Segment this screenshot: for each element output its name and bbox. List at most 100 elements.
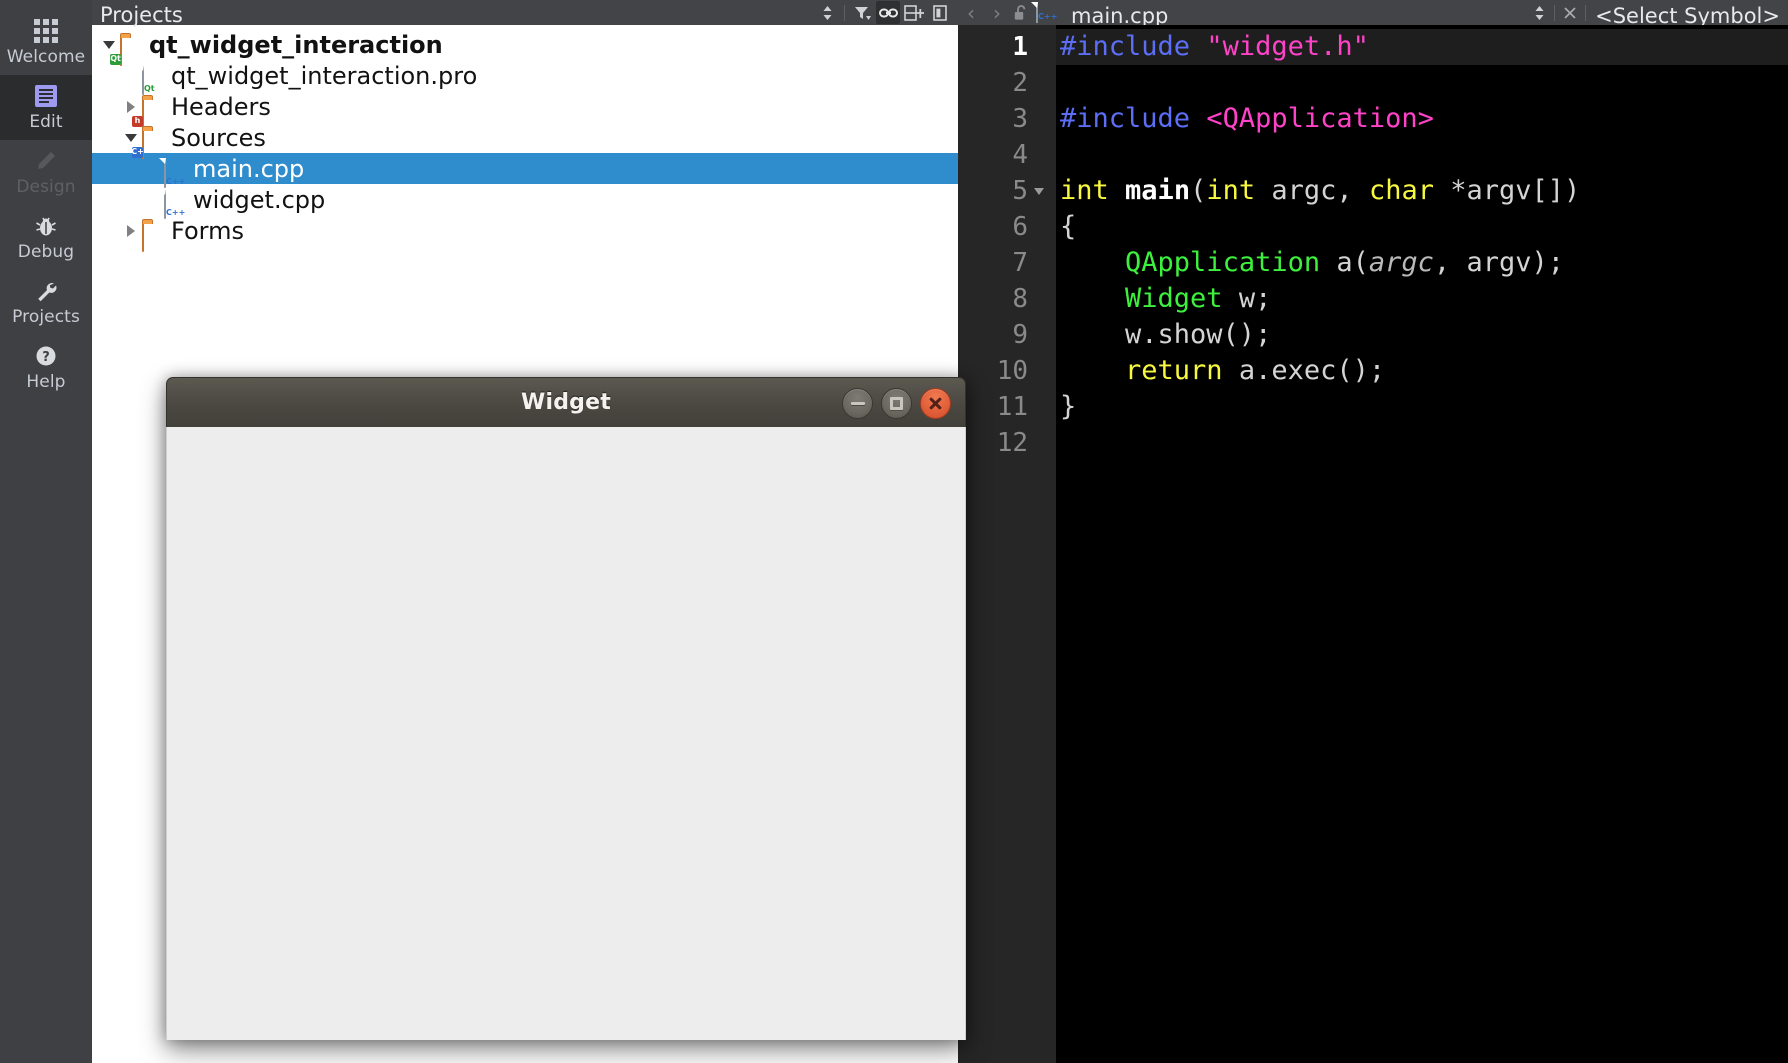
line-number-value: 5 bbox=[1012, 176, 1028, 206]
source-code[interactable]: #include "widget.h" #include <QApplicati… bbox=[1056, 25, 1788, 1063]
code-token: argc bbox=[1271, 175, 1337, 206]
widget-client-area[interactable] bbox=[166, 427, 966, 1040]
tree-item-forms[interactable]: Forms bbox=[92, 215, 958, 252]
code-token: , bbox=[1433, 247, 1467, 278]
tree-item-qt-widget-interaction[interactable]: Qt qt_widget_interaction bbox=[92, 29, 958, 66]
minimize-icon bbox=[850, 401, 865, 405]
toolbar-divider bbox=[844, 4, 845, 21]
code-line[interactable]: #include <QApplication> bbox=[1056, 101, 1788, 137]
tree-item-sources[interactable]: C+ Sources bbox=[92, 122, 958, 159]
maximize-button[interactable] bbox=[881, 387, 912, 419]
mode-item-debug[interactable]: Debug bbox=[0, 205, 92, 270]
code-line[interactable]: Widget w; bbox=[1056, 281, 1788, 317]
tree-item-qt-widget-interaction-pro[interactable]: Qt qt_widget_interaction.pro bbox=[92, 60, 958, 95]
code-line[interactable] bbox=[1056, 65, 1788, 101]
code-line[interactable]: int main(int argc, char *argv[]) bbox=[1056, 173, 1788, 209]
mode-item-label: Projects bbox=[12, 307, 80, 327]
code-token: QApplication bbox=[1125, 247, 1321, 278]
code-line[interactable] bbox=[1056, 137, 1788, 173]
header-divider bbox=[1554, 4, 1556, 21]
line-number-value: 4 bbox=[1012, 140, 1028, 170]
code-token: "widget.h" bbox=[1206, 31, 1369, 62]
split-add-icon[interactable] bbox=[902, 1, 926, 24]
folder-ui-icon bbox=[142, 220, 164, 252]
mode-item-label: Welcome bbox=[6, 47, 86, 67]
code-token: * bbox=[1433, 175, 1467, 206]
close-split-icon[interactable] bbox=[928, 1, 952, 24]
cpp-file-icon: C++ bbox=[1036, 1, 1058, 24]
symbol-selector[interactable]: <Select Symbol> bbox=[1595, 4, 1780, 28]
code-token: } bbox=[1060, 391, 1077, 422]
code-line[interactable]: { bbox=[1056, 209, 1788, 245]
code-token: <QApplication> bbox=[1206, 103, 1434, 134]
line-number: 2 bbox=[958, 65, 1056, 101]
code-line[interactable]: } bbox=[1056, 389, 1788, 425]
code-token: w.show(); bbox=[1060, 319, 1272, 350]
line-number: 12 bbox=[958, 425, 1056, 461]
code-token: ( bbox=[1190, 175, 1207, 206]
widget-window-title: Widget bbox=[521, 390, 611, 415]
file-qt-icon: Qt bbox=[142, 64, 164, 95]
mode-item-welcome[interactable]: Welcome bbox=[0, 10, 92, 75]
unlocked-icon[interactable] bbox=[1010, 0, 1032, 25]
running-widget-window: Widget bbox=[166, 377, 966, 1040]
mode-selector-sidebar: Welcome Edit Design Debug Projects ? Help bbox=[0, 0, 92, 1063]
code-token: int bbox=[1206, 175, 1256, 206]
code-line[interactable]: QApplication a(argc, argv); bbox=[1056, 245, 1788, 281]
code-token: argc bbox=[1368, 247, 1434, 278]
line-number-value: 9 bbox=[1012, 320, 1028, 350]
line-number: 10 bbox=[958, 353, 1056, 389]
widget-window-titlebar[interactable]: Widget bbox=[166, 377, 966, 427]
minimize-button[interactable] bbox=[842, 387, 873, 419]
line-number: 9 bbox=[958, 317, 1056, 353]
navigate-back-icon[interactable]: ‹ bbox=[958, 0, 984, 25]
code-line[interactable]: w.show(); bbox=[1056, 317, 1788, 353]
close-button[interactable] bbox=[920, 387, 951, 419]
tree-item-main-cpp[interactable]: C++ main.cpp bbox=[92, 153, 958, 188]
project-tree[interactable]: Qt qt_widget_interaction Qt qt_widget_inter… bbox=[92, 25, 958, 252]
code-token: a( bbox=[1320, 247, 1369, 278]
mode-item-design[interactable]: Design bbox=[0, 140, 92, 205]
file-cpp-icon: C++ bbox=[164, 188, 186, 219]
line-number: 1 bbox=[958, 29, 1056, 65]
grid-icon bbox=[33, 18, 59, 44]
tree-item-headers[interactable]: h Headers bbox=[92, 91, 958, 128]
sync-selection-icon[interactable] bbox=[815, 1, 839, 24]
mode-item-edit[interactable]: Edit bbox=[0, 75, 92, 140]
code-token: w; bbox=[1222, 283, 1272, 314]
open-document-name: main.cpp bbox=[1071, 3, 1169, 28]
tree-item-widget-cpp[interactable]: C++ widget.cpp bbox=[92, 184, 958, 219]
filter-icon[interactable] bbox=[850, 1, 874, 24]
fold-marker-icon[interactable] bbox=[1028, 173, 1050, 209]
line-number-value: 10 bbox=[996, 356, 1028, 386]
close-document-icon[interactable] bbox=[1558, 1, 1582, 24]
chevron-right-icon[interactable] bbox=[120, 215, 142, 246]
tree-item-label: qt_widget_interaction bbox=[149, 30, 443, 59]
mode-item-projects[interactable]: Projects bbox=[0, 270, 92, 335]
close-icon bbox=[928, 396, 943, 411]
sort-symbols-icon[interactable] bbox=[1527, 1, 1551, 24]
mode-item-label: Design bbox=[16, 177, 76, 197]
tree-item-label: qt_widget_interaction.pro bbox=[171, 61, 478, 90]
tree-item-label: Headers bbox=[171, 92, 271, 121]
code-token: #include bbox=[1060, 103, 1207, 134]
code-token: Widget bbox=[1125, 283, 1223, 314]
code-editor-area: ‹ › C++ main.cpp <Select Symbol> 1 2 3 4… bbox=[958, 0, 1788, 1063]
header-divider-2 bbox=[1585, 4, 1587, 21]
code-line[interactable]: #include "widget.h" bbox=[1056, 29, 1788, 65]
code-line[interactable]: return a.exec(); bbox=[1056, 353, 1788, 389]
line-number-gutter: 1 2 3 4 5 6 7 8 9 10 11 12 bbox=[958, 25, 1056, 1063]
navigate-forward-icon[interactable]: › bbox=[984, 0, 1010, 25]
code-line[interactable] bbox=[1056, 425, 1788, 461]
link-icon[interactable] bbox=[876, 1, 900, 24]
mode-item-help[interactable]: ? Help bbox=[0, 335, 92, 400]
